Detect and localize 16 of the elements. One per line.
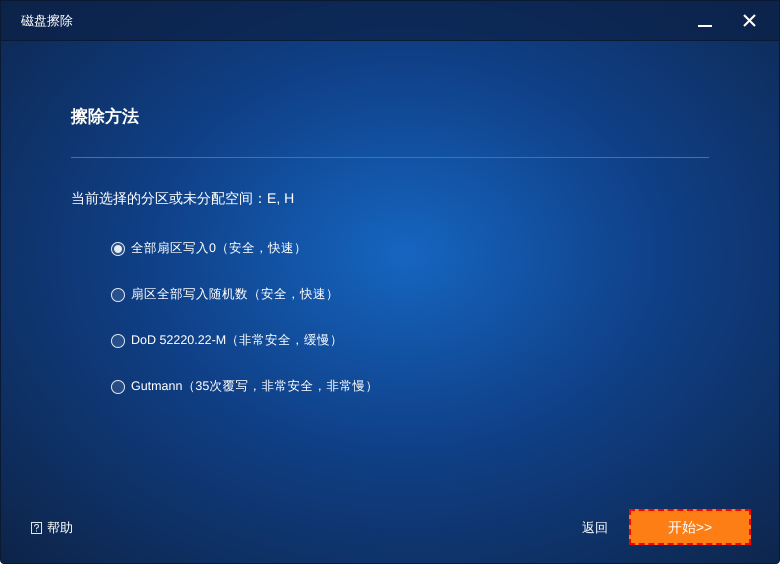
window-title: 磁盘擦除: [21, 12, 73, 30]
selection-label: 当前选择的分区或未分配空间：E, H: [71, 188, 296, 208]
section-heading: 擦除方法: [71, 106, 140, 128]
radio-option[interactable]: 扇区全部写入随机数（安全，快速）: [111, 286, 709, 304]
radio-option[interactable]: Gutmann（35次覆写，非常安全，非常慢）: [111, 378, 709, 396]
radio-button[interactable]: [111, 242, 125, 256]
help-icon: [31, 522, 42, 534]
radio-button[interactable]: [111, 288, 125, 302]
radio-option[interactable]: 全部扇区写入0（安全，快速）: [111, 240, 709, 258]
back-button[interactable]: 返回: [582, 518, 608, 538]
close-icon: [742, 14, 756, 27]
radio-button[interactable]: [111, 334, 125, 348]
radio-button[interactable]: [111, 380, 125, 394]
radio-option[interactable]: DoD 52220.22-M（非常安全，缓慢）: [111, 332, 709, 350]
minimize-icon: [698, 24, 712, 26]
help-link[interactable]: 帮助: [31, 518, 73, 538]
